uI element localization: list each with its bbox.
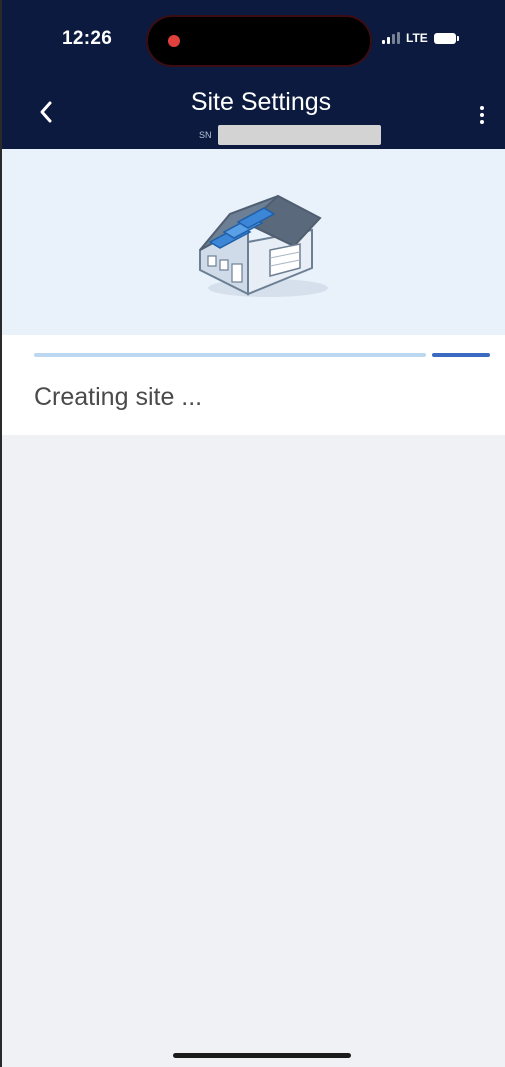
- dynamic-island: [148, 17, 370, 65]
- progress-track: [34, 353, 426, 357]
- progress-indicator: [432, 353, 490, 357]
- serial-number-redaction: [217, 125, 381, 145]
- serial-number: SN: [199, 125, 381, 145]
- signal-icon: [382, 32, 400, 44]
- house-solar-icon: [199, 194, 328, 297]
- status-time: 12:26: [62, 28, 113, 49]
- status-indicators: LTE: [382, 31, 459, 45]
- serial-number-label: SN: [199, 130, 212, 140]
- network-type: LTE: [406, 31, 428, 45]
- page-title: Site Settings: [190, 88, 332, 116]
- recording-dot-icon: [168, 35, 180, 47]
- progress-status-text: Creating site ...: [34, 383, 203, 411]
- more-vertical-icon: [480, 106, 484, 110]
- app-screen: 12:26 LTE Site Settings SN Creating site…: [0, 0, 505, 1067]
- app-header: 12:26 LTE Site Settings SN: [2, 0, 505, 149]
- home-indicator[interactable]: [173, 1053, 351, 1058]
- battery-icon: [433, 32, 459, 44]
- progress-card: Creating site ...: [2, 335, 505, 435]
- more-options-button[interactable]: [472, 102, 492, 128]
- site-hero: [2, 149, 505, 335]
